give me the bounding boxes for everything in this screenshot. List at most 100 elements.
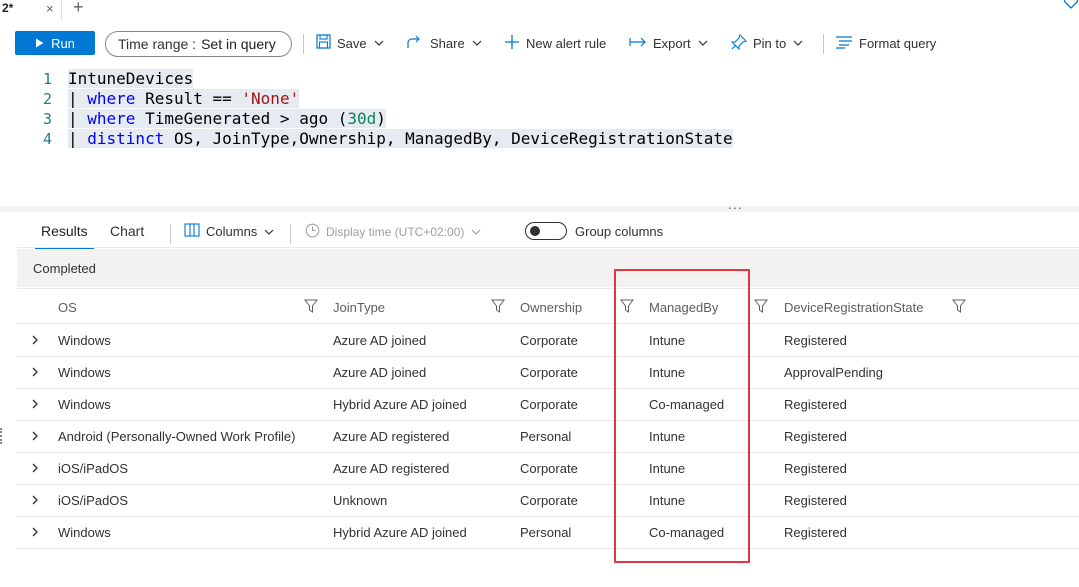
pin-icon: [730, 33, 748, 53]
cell-jointype: Azure AD joined: [333, 333, 427, 348]
group-columns-toggle[interactable]: Group columns: [525, 222, 663, 240]
code-line: 3 | where TimeGenerated > ago (30d): [0, 109, 1079, 129]
number-literal: 30d: [347, 109, 377, 128]
keyword: where: [87, 109, 136, 128]
new-alert-rule-button[interactable]: New alert rule: [504, 33, 606, 53]
cell-ownership: Corporate: [520, 461, 578, 476]
chevron-down-icon: [263, 226, 275, 238]
code-line: 4 | distinct OS, JoinType,Ownership, Man…: [0, 129, 1079, 149]
export-icon: [629, 36, 647, 51]
results-divider: [170, 224, 171, 244]
column-header-os[interactable]: OS: [58, 300, 77, 315]
cell-jointype: Hybrid Azure AD joined: [333, 525, 467, 540]
cell-jointype: Azure AD joined: [333, 365, 427, 380]
chevron-right-icon[interactable]: [30, 429, 42, 443]
results-divider: [290, 224, 291, 244]
pipe-operator: |: [68, 129, 88, 148]
grid-header: OS JoinType Ownership ManagedBy DeviceRe…: [17, 288, 1079, 324]
run-button[interactable]: Run: [15, 31, 95, 55]
heart-icon[interactable]: [1063, 0, 1079, 13]
save-button[interactable]: Save: [316, 33, 385, 53]
cell-ownership: Corporate: [520, 397, 578, 412]
cell-os: Windows: [58, 525, 111, 540]
column-header-deviceregistrationstate[interactable]: DeviceRegistrationState: [784, 300, 923, 315]
pipe-operator: |: [68, 89, 88, 108]
chevron-right-icon[interactable]: [30, 461, 42, 475]
code-text: | where TimeGenerated > ago (30d): [68, 109, 386, 128]
code-line: 1 IntuneDevices: [0, 69, 1079, 89]
chevron-right-icon[interactable]: [30, 525, 42, 539]
pin-to-label: Pin to: [753, 35, 787, 51]
cell-ownership: Personal: [520, 525, 572, 540]
chevron-down-icon: [373, 37, 385, 49]
status-text: Completed: [33, 261, 96, 276]
cell-registration-state: Registered: [784, 493, 847, 508]
export-button[interactable]: Export: [629, 33, 709, 53]
results-tabs-divider: [17, 247, 1079, 248]
toggle-switch[interactable]: [525, 222, 567, 240]
chevron-down-icon: [697, 37, 709, 49]
display-time-dropdown[interactable]: Display time (UTC+02:00): [305, 223, 482, 241]
table-row[interactable]: Windows Azure AD joined Corporate Intune…: [17, 357, 1079, 389]
share-button[interactable]: Share: [407, 33, 483, 53]
chevron-right-icon[interactable]: [30, 493, 42, 507]
filter-icon[interactable]: [952, 299, 966, 313]
code-text: | where Result == 'None': [68, 89, 300, 108]
cell-ownership: Personal: [520, 429, 572, 444]
filter-icon[interactable]: [304, 299, 318, 313]
pipe-operator: |: [68, 109, 88, 128]
keyword: distinct: [87, 129, 165, 148]
column-header-jointype[interactable]: JoinType: [333, 300, 385, 315]
close-icon[interactable]: ×: [46, 1, 54, 16]
time-range-picker[interactable]: Time range : Set in query: [105, 31, 292, 57]
line-number: 1: [42, 70, 52, 88]
plus-icon[interactable]: +: [73, 0, 84, 18]
chevron-right-icon[interactable]: [30, 333, 42, 347]
format-query-button[interactable]: Format query: [835, 33, 936, 53]
line-number: 2: [42, 90, 52, 108]
cell-registration-state: Registered: [784, 461, 847, 476]
splitter-handle[interactable]: ...: [728, 196, 743, 212]
chevron-right-icon[interactable]: [30, 397, 42, 411]
pane-splitter[interactable]: [0, 206, 1079, 212]
cell-os: iOS/iPadOS: [58, 493, 129, 508]
format-icon: [835, 35, 853, 52]
cell-registration-state: ApprovalPending: [784, 365, 884, 380]
format-query-label: Format query: [859, 35, 937, 51]
tab-chart[interactable]: Chart: [110, 223, 144, 239]
query-tab[interactable]: 2* ×: [0, 0, 62, 20]
save-label: Save: [337, 35, 367, 51]
cell-jointype: Unknown: [333, 493, 388, 508]
table-row[interactable]: Windows Hybrid Azure AD joined Corporate…: [17, 389, 1079, 421]
columns-icon: [184, 223, 200, 240]
table-row[interactable]: iOS/iPadOS Azure AD registered Corporate…: [17, 453, 1079, 485]
cell-jointype: Hybrid Azure AD joined: [333, 397, 467, 412]
chevron-down-icon: [792, 37, 804, 49]
column-header-ownership[interactable]: Ownership: [520, 300, 582, 315]
cell-ownership: Corporate: [520, 365, 578, 380]
filter-icon[interactable]: [754, 299, 768, 313]
table-row[interactable]: iOS/iPadOS Unknown Corporate Intune Regi…: [17, 485, 1079, 517]
keyword: where: [87, 89, 136, 108]
cell-os: Android (Personally-Owned Work Profile): [58, 429, 296, 444]
pin-to-button[interactable]: Pin to: [730, 33, 804, 53]
tab-results[interactable]: Results: [35, 223, 94, 249]
table-row[interactable]: Android (Personally-Owned Work Profile) …: [17, 421, 1079, 453]
resize-grip[interactable]: [0, 428, 2, 444]
expression-end: ): [376, 109, 386, 128]
group-columns-label: Group columns: [575, 223, 664, 239]
query-editor[interactable]: 1 IntuneDevices 2 | where Result == 'Non…: [0, 66, 1079, 206]
filter-icon[interactable]: [491, 299, 505, 313]
columns-button[interactable]: Columns: [184, 223, 275, 240]
toolbar-divider: [303, 34, 304, 54]
expression: TimeGenerated > ago (: [135, 109, 348, 128]
table-row[interactable]: Windows Azure AD joined Corporate Intune…: [17, 325, 1079, 357]
chevron-right-icon[interactable]: [30, 365, 42, 379]
plus-icon: [504, 34, 520, 53]
cell-os: Windows: [58, 333, 111, 348]
expression: Result ==: [135, 89, 242, 108]
cell-os: iOS/iPadOS: [58, 461, 129, 476]
query-tab-title: 2*: [2, 1, 14, 15]
table-row[interactable]: Windows Hybrid Azure AD joined Personal …: [17, 517, 1079, 549]
table-name: IntuneDevices: [68, 69, 194, 88]
